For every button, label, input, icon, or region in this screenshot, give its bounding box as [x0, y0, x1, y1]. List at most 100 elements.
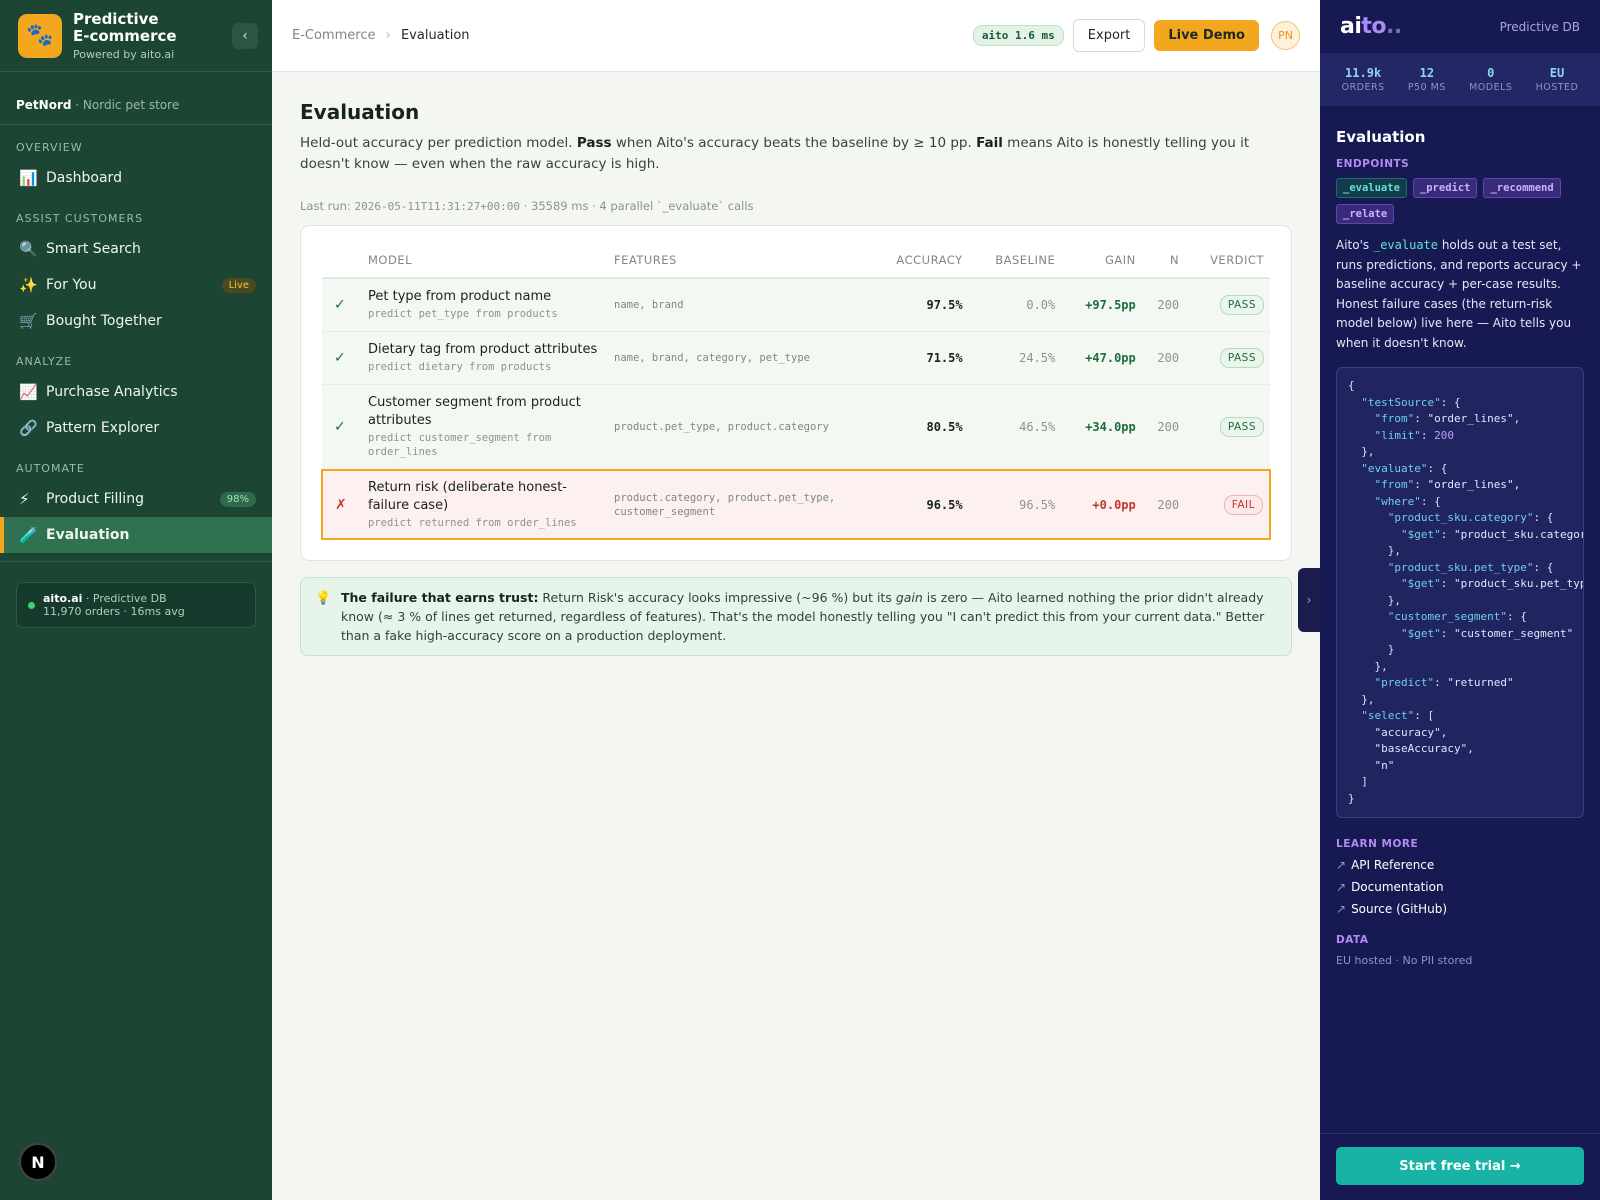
collapse-sidebar-button[interactable]: ‹ [232, 23, 258, 49]
table-row[interactable]: ✓ Dietary tag from product attributes pr… [322, 331, 1270, 385]
table-row-highlighted[interactable]: ✗ Return risk (deliberate honest-failure… [321, 469, 1271, 540]
source-github-link[interactable]: ↗ Source (GitHub) [1336, 902, 1584, 916]
gain-cell: +34.0pp [1061, 384, 1142, 471]
code-string: "accuracy" [1374, 725, 1441, 739]
code-key: "select" [1361, 709, 1415, 722]
table-row[interactable]: ✓ Pet type from product name predict pet… [322, 278, 1270, 332]
sidebar-item-product-filling[interactable]: ⚡ Product Filling 98% [0, 481, 272, 517]
note-emphasis: gain [895, 590, 923, 605]
sidebar-item-purchase-analytics[interactable]: 📈 Purchase Analytics [0, 374, 272, 410]
check-icon: ✓ [322, 384, 362, 471]
stat-label: ORDERS [1341, 82, 1385, 93]
api-info-panel: aito.. Predictive DB 11.9k ORDERS 12 P50 M… [1320, 0, 1600, 1200]
gain-cell: +47.0pp [1061, 331, 1142, 385]
stat-value: 12 [1419, 66, 1435, 80]
start-free-trial-button[interactable]: Start free trial → [1336, 1147, 1584, 1185]
endpoint-chip[interactable]: _predict [1412, 178, 1478, 198]
gain-cell: +0.0pp [1061, 469, 1142, 540]
endpoint-chip[interactable]: _recommend [1483, 178, 1561, 198]
insight-note: 💡 The failure that earns trust: Return R… [300, 577, 1292, 656]
endpoint-chip[interactable]: _evaluate [1336, 178, 1407, 198]
logo-part: .. [1386, 14, 1402, 39]
stat-label: P50 MS [1407, 82, 1446, 93]
code-key: "testSource" [1361, 395, 1441, 409]
baseline-cell: 46.5% [968, 384, 1062, 471]
query-code-block: { "testSource": { "from": "order_lines",… [1336, 367, 1584, 818]
aito-logo: aito.. [1340, 14, 1402, 39]
breadcrumb: E-Commerce › Evaluation [292, 28, 470, 43]
topbar: E-Commerce › Evaluation aito 1.6 ms Expo… [272, 0, 1320, 72]
verdict-cell: PASS [1185, 278, 1270, 332]
model-query: predict returned from order_lines [368, 517, 577, 529]
sidebar-item-dashboard[interactable]: 📊 Dashboard [0, 160, 272, 196]
sidebar-item-smart-search[interactable]: 🔍 Smart Search [0, 231, 272, 267]
code-key: "where" [1374, 494, 1421, 508]
sidebar-item-evaluation[interactable]: 🧪 Evaluation [0, 517, 272, 553]
code-key: "$get" [1400, 626, 1441, 640]
table-row[interactable]: ✓ Customer segment from product attribut… [322, 384, 1270, 471]
sidebar-item-pattern-explorer[interactable]: 🔗 Pattern Explorer [0, 410, 272, 446]
test-tube-icon: 🧪 [19, 526, 38, 544]
bar-chart-icon: 📊 [19, 169, 38, 187]
breadcrumb-parent-link[interactable]: E-Commerce [292, 28, 375, 43]
evaluation-table: MODEL FEATURES ACCURACY BASELINE GAIN N … [321, 242, 1271, 540]
code-key: "evaluate" [1361, 461, 1428, 475]
nav-section-automate: AUTOMATE [16, 462, 85, 475]
stats-bar: 11.9k ORDERS 12 P50 MS 0 MODELS EU HOSTED [1320, 53, 1600, 106]
code-string: "product_sku.category" [1453, 527, 1583, 541]
db-name: aito.ai [43, 592, 83, 605]
stat-models: 0 MODELS [1469, 66, 1512, 93]
code-key: "from" [1374, 478, 1415, 491]
code-key: "limit" [1374, 428, 1421, 442]
status-badge: FAIL [1223, 494, 1263, 515]
code-string: "baseAccuracy" [1374, 742, 1468, 755]
note-title: The failure that earns trust: [341, 590, 539, 605]
link-label: Source (GitHub) [1351, 902, 1448, 916]
stat-label: HOSTED [1535, 82, 1579, 93]
learn-more-label: LEARN MORE [1336, 838, 1419, 850]
desc-part: Aito's [1336, 238, 1373, 252]
code-key: "$get" [1400, 527, 1441, 541]
api-reference-link[interactable]: ↗ API Reference [1336, 858, 1584, 872]
link-label: Documentation [1351, 880, 1444, 894]
model-name: Dietary tag from product attributes [368, 342, 598, 357]
sidebar-item-for-you[interactable]: ✨ For You Live [0, 267, 272, 303]
meta-prefix: Last run: [300, 199, 355, 213]
code-string: "order_lines" [1427, 478, 1514, 491]
gain-cell: +97.5pp [1061, 278, 1142, 332]
features-cell: product.pet_type, product.category [608, 384, 868, 471]
documentation-link[interactable]: ↗ Documentation [1336, 880, 1584, 894]
paw-icon: 🐾 [18, 13, 62, 58]
brand-title: Predictive E-commerce [73, 10, 177, 45]
avatar[interactable]: PN [1271, 21, 1300, 50]
data-label: DATA [1336, 934, 1369, 946]
col-verdict: VERDICT [1185, 242, 1270, 279]
cross-icon: ✗ [321, 469, 362, 540]
sidebar-item-bought-together[interactable]: 🛒 Bought Together [0, 303, 272, 339]
export-button[interactable]: Export [1072, 19, 1146, 52]
check-icon: ✓ [322, 331, 362, 385]
model-name: Pet type from product name [368, 289, 552, 305]
stat-value: 11.9k [1345, 66, 1382, 80]
model-cell: Customer segment from product attributes… [362, 384, 608, 471]
sidebar-divider [0, 561, 272, 562]
status-dot-icon [28, 602, 35, 609]
col-features: FEATURES [608, 242, 868, 279]
verdict-cell: PASS [1185, 384, 1270, 471]
latency-badge: aito 1.6 ms [972, 25, 1064, 46]
features-cell: product.category, product.pet_type, cust… [608, 469, 868, 540]
col-accuracy: ACCURACY [868, 242, 969, 279]
line-chart-icon: 📈 [19, 383, 38, 401]
code-key: "product_sku.category" [1387, 511, 1534, 524]
desc-part: when Aito's accuracy beats the baseline … [611, 135, 977, 151]
features-cell: name, brand, category, pet_type [608, 331, 868, 385]
nextjs-devtools-button[interactable]: N [19, 1143, 57, 1181]
db-status-card: aito.ai · Predictive DB 11,970 orders · … [16, 582, 256, 628]
endpoint-chip[interactable]: _relate [1336, 204, 1395, 224]
data-note: EU hosted · No PII stored [1336, 954, 1473, 967]
code-key: "$get" [1400, 577, 1441, 590]
baseline-cell: 24.5% [968, 331, 1062, 385]
live-demo-button[interactable]: Live Demo [1154, 20, 1259, 51]
external-link-icon: ↗ [1336, 858, 1347, 872]
panel-toggle-button[interactable]: › [1298, 568, 1320, 632]
